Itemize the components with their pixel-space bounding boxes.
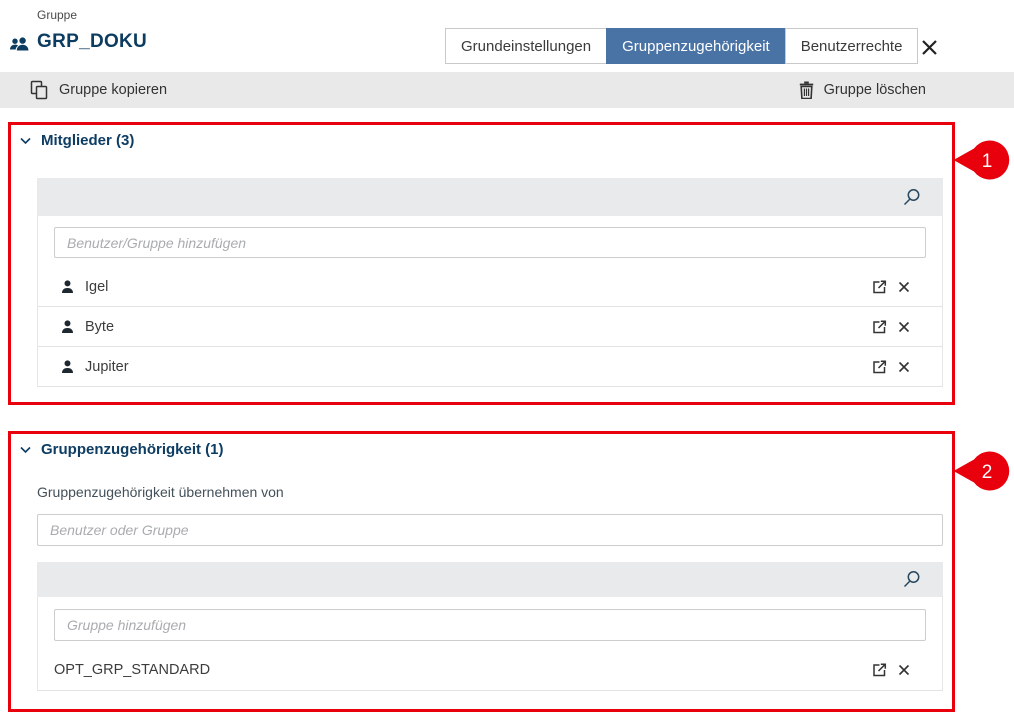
copy-group-button[interactable]: Gruppe kopieren <box>30 80 167 100</box>
annotation-badge-2: 2 <box>953 451 1011 496</box>
tab-grundeinstellungen[interactable]: Grundeinstellungen <box>445 28 607 64</box>
member-name: Igel <box>85 279 871 295</box>
groups-panel: OPT_GRP_STANDARD <box>37 597 943 691</box>
close-button[interactable] <box>915 33 943 61</box>
remove-member-button[interactable] <box>898 321 910 333</box>
members-search-button[interactable] <box>902 188 921 207</box>
group-name: OPT_GRP_STANDARD <box>54 662 871 678</box>
open-in-new-icon <box>871 359 887 375</box>
tab-gruppenzugehoerigkeit[interactable]: Gruppenzugehörigkeit <box>606 28 786 64</box>
remove-member-button[interactable] <box>898 281 910 293</box>
open-member-button[interactable] <box>871 359 887 375</box>
group-detail-page: Gruppe GRP_DOKU Grundeinstellungen Grupp… <box>0 0 1014 723</box>
group-icon <box>9 36 30 58</box>
open-in-new-icon <box>871 662 887 678</box>
remove-member-button[interactable] <box>898 361 910 373</box>
member-name: Byte <box>85 319 871 335</box>
member-list: Igel <box>38 267 942 387</box>
group-add-input[interactable] <box>54 609 926 641</box>
tab-bar: Grundeinstellungen Gruppenzugehörigkeit … <box>445 28 918 64</box>
inherit-from-label: Gruppenzugehörigkeit übernehmen von <box>37 484 284 500</box>
members-section-header[interactable]: Mitglieder (3) <box>20 132 134 149</box>
membership-section-title: Gruppenzugehörigkeit (1) <box>41 441 224 458</box>
page-title: GRP_DOKU <box>37 31 147 53</box>
trash-icon <box>799 81 814 99</box>
remove-icon <box>898 361 910 373</box>
open-in-new-icon <box>871 279 887 295</box>
inherit-from-input[interactable] <box>37 514 943 546</box>
remove-icon <box>898 664 910 676</box>
row-actions <box>871 279 910 295</box>
member-row: Jupiter <box>38 347 942 387</box>
members-panel: Igel <box>37 216 943 387</box>
members-search-bar <box>37 178 943 216</box>
open-group-button[interactable] <box>871 662 887 678</box>
chevron-down-icon <box>20 137 31 145</box>
group-list: OPT_GRP_STANDARD <box>38 650 942 691</box>
chevron-down-icon <box>20 446 31 454</box>
open-member-button[interactable] <box>871 319 887 335</box>
group-add-input-wrap <box>38 597 942 650</box>
member-add-input-wrap <box>38 216 942 267</box>
badge-number: 2 <box>982 462 993 483</box>
row-actions <box>871 359 910 375</box>
search-icon <box>902 188 921 207</box>
member-row: Igel <box>38 267 942 307</box>
copy-group-label: Gruppe kopieren <box>59 82 167 98</box>
open-member-button[interactable] <box>871 279 887 295</box>
close-icon <box>921 39 938 56</box>
group-row: OPT_GRP_STANDARD <box>38 650 942 691</box>
inherit-from-input-wrap <box>37 514 943 546</box>
copy-icon <box>30 80 49 100</box>
groups-search-bar <box>37 562 943 597</box>
remove-icon <box>898 321 910 333</box>
row-actions <box>871 662 910 678</box>
open-in-new-icon <box>871 319 887 335</box>
person-icon <box>61 280 74 294</box>
row-actions <box>871 319 910 335</box>
annotation-badge-1: 1 <box>953 140 1011 185</box>
delete-group-button[interactable]: Gruppe löschen <box>799 81 926 99</box>
remove-icon <box>898 281 910 293</box>
tab-benutzerrechte[interactable]: Benutzerrechte <box>785 28 919 64</box>
delete-group-label: Gruppe löschen <box>824 82 926 98</box>
remove-group-button[interactable] <box>898 664 910 676</box>
search-icon <box>902 570 921 589</box>
person-icon <box>61 360 74 374</box>
member-name: Jupiter <box>85 359 871 375</box>
membership-section-header[interactable]: Gruppenzugehörigkeit (1) <box>20 441 224 458</box>
members-section-title: Mitglieder (3) <box>41 132 134 149</box>
groups-search-button[interactable] <box>902 570 921 589</box>
member-row: Byte <box>38 307 942 347</box>
toolbar: Gruppe kopieren Gruppe löschen <box>0 72 1014 108</box>
badge-number: 1 <box>982 151 993 172</box>
person-icon <box>61 320 74 334</box>
entity-type-label: Gruppe <box>37 8 77 22</box>
member-add-input[interactable] <box>54 227 926 258</box>
